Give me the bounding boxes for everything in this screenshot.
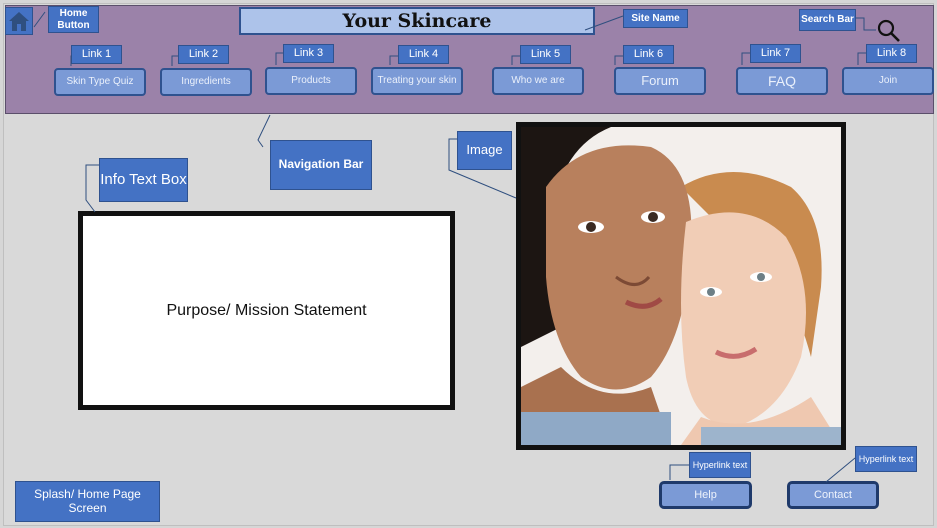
link-tag-7: Link 7 bbox=[750, 44, 801, 63]
link-tag-8: Link 8 bbox=[866, 44, 917, 63]
link-tag-4: Link 4 bbox=[398, 45, 449, 64]
link-tag-5: Link 5 bbox=[520, 45, 571, 64]
nav-link-treating-your-skin[interactable]: Treating your skin bbox=[371, 67, 463, 95]
nav-link-products[interactable]: Products bbox=[265, 67, 357, 95]
home-icon bbox=[9, 12, 29, 31]
link-tag-3: Link 3 bbox=[283, 44, 334, 63]
home-button[interactable] bbox=[5, 7, 33, 35]
link-tag-1: Link 1 bbox=[71, 45, 122, 64]
hyperlink-text-label-contact: Hyperlink text bbox=[855, 446, 917, 472]
nav-link-forum[interactable]: Forum bbox=[614, 67, 706, 95]
nav-link-skin-type-quiz[interactable]: Skin Type Quiz bbox=[54, 68, 146, 96]
home-button-label: Home Button bbox=[48, 6, 99, 33]
two-faces-photo bbox=[521, 127, 841, 445]
screen-name-label: Splash/ Home Page Screen bbox=[15, 481, 160, 522]
site-name-label: Site Name bbox=[623, 9, 688, 28]
info-text-box-label: Info Text Box bbox=[99, 158, 188, 202]
image-label: Image bbox=[457, 131, 512, 170]
search-bar-label: Search Bar bbox=[799, 9, 856, 31]
mission-statement-text: Purpose/ Mission Statement bbox=[166, 301, 367, 319]
nav-link-faq[interactable]: FAQ bbox=[736, 67, 828, 95]
link-tag-2: Link 2 bbox=[178, 45, 229, 64]
hero-image bbox=[516, 122, 846, 450]
link-tag-6: Link 6 bbox=[623, 45, 674, 64]
nav-link-join[interactable]: Join bbox=[842, 67, 934, 95]
hyperlink-text-label-help: Hyperlink text bbox=[689, 452, 751, 478]
nav-link-who-we-are[interactable]: Who we are bbox=[492, 67, 584, 95]
mission-statement-box: Purpose/ Mission Statement bbox=[78, 211, 455, 410]
site-title: Your Skincare bbox=[239, 7, 595, 35]
search-icon bbox=[877, 19, 900, 42]
navigation-bar-label: Navigation Bar bbox=[270, 140, 372, 190]
contact-link[interactable]: Contact bbox=[787, 481, 879, 509]
search-button[interactable] bbox=[876, 18, 902, 44]
help-link[interactable]: Help bbox=[659, 481, 752, 509]
nav-link-ingredients[interactable]: Ingredients bbox=[160, 68, 252, 96]
